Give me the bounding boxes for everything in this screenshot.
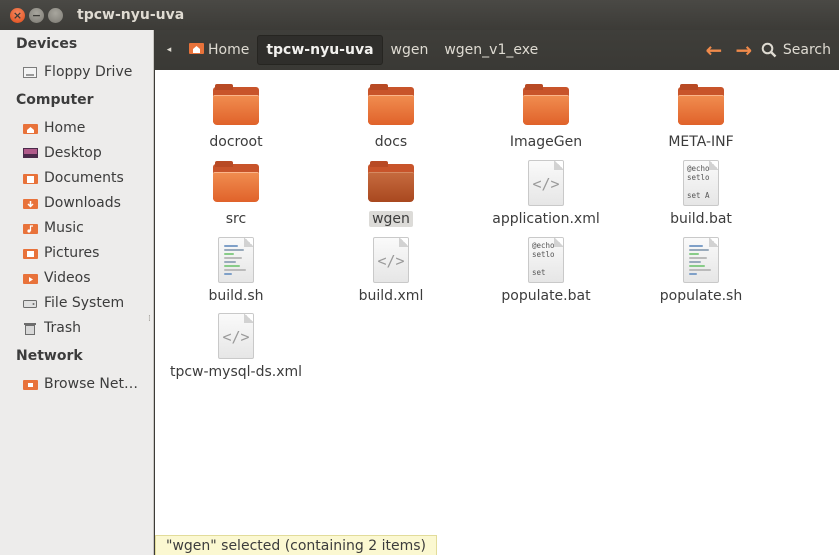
file-item-meta-inf[interactable]: META-INF xyxy=(626,80,776,150)
history-navigation: ← → Search xyxy=(699,38,839,62)
sidebar: Devices Floppy Drive Computer Home Deskt… xyxy=(0,30,154,555)
desktop-icon xyxy=(22,146,38,160)
file-name: wgen xyxy=(369,211,413,227)
sidebar-item-label: Browse Net… xyxy=(44,376,139,392)
music-folder-icon xyxy=(22,221,38,235)
shell-script-icon xyxy=(218,237,254,283)
minimize-button[interactable]: − xyxy=(29,7,44,23)
file-name: tpcw-mysql-ds.xml xyxy=(169,364,303,380)
file-item-wgen[interactable]: wgen xyxy=(316,157,466,227)
sidebar-item-label: Home xyxy=(44,120,86,136)
videos-folder-icon xyxy=(22,271,38,285)
file-item-docroot[interactable]: docroot xyxy=(161,80,311,150)
toolbar: ◂ Home tpcw-nyu-uva wgen wgen_v1_exe ← →… xyxy=(155,30,839,70)
filesystem-icon xyxy=(22,296,38,310)
file-item-build-sh[interactable]: build.sh xyxy=(161,234,311,304)
sidebar-item-browse-network[interactable]: Browse Net… xyxy=(22,373,150,395)
file-item-docs[interactable]: docs xyxy=(316,80,466,150)
sidebar-item-label: Floppy Drive xyxy=(44,64,133,80)
xml-file-icon: </> xyxy=(528,160,564,206)
file-icon-view[interactable]: docroot docs ImageGen META-INF src wgen … xyxy=(155,70,839,555)
sidebar-resize-handle[interactable]: ⁞ xyxy=(148,315,152,328)
sidebar-item-trash[interactable]: Trash xyxy=(22,317,150,339)
folder-icon xyxy=(368,161,414,202)
search-icon xyxy=(761,42,777,58)
folder-icon xyxy=(213,161,259,202)
file-name: application.xml xyxy=(492,211,600,227)
file-item-src[interactable]: src xyxy=(161,157,311,227)
window-title: tpcw-nyu-uva xyxy=(77,7,185,23)
folder-icon xyxy=(368,84,414,125)
documents-folder-icon xyxy=(22,171,38,185)
sidebar-item-label: Downloads xyxy=(44,195,121,211)
title-bar: × − tpcw-nyu-uva xyxy=(0,0,839,30)
file-name: ImageGen xyxy=(509,134,583,150)
file-name: docs xyxy=(374,134,408,150)
xml-file-icon: </> xyxy=(373,237,409,283)
shell-script-icon xyxy=(683,237,719,283)
file-item-tpcw-mysql-ds-xml[interactable]: </> tpcw-mysql-ds.xml xyxy=(161,310,311,380)
downloads-folder-icon xyxy=(22,196,38,210)
status-bar: "wgen" selected (containing 2 items) xyxy=(155,535,437,555)
file-item-application-xml[interactable]: </> application.xml xyxy=(471,157,621,227)
sidebar-item-videos[interactable]: Videos xyxy=(22,267,150,289)
sidebar-item-label: File System xyxy=(44,295,125,311)
file-name: populate.sh xyxy=(659,288,743,304)
breadcrumb-wgen[interactable]: wgen xyxy=(383,35,437,65)
breadcrumb-wgen-v1-exe[interactable]: wgen_v1_exe xyxy=(436,35,546,65)
file-item-build-xml[interactable]: </> build.xml xyxy=(316,234,466,304)
batch-file-icon: @echo setlo set xyxy=(528,237,564,283)
sidebar-item-label: Pictures xyxy=(44,245,100,261)
sidebar-item-music[interactable]: Music xyxy=(22,217,150,239)
sidebar-heading-network: Network xyxy=(16,348,83,364)
search-label: Search xyxy=(782,42,831,58)
file-item-populate-sh[interactable]: populate.sh xyxy=(626,234,776,304)
trash-icon xyxy=(22,321,38,335)
sidebar-item-home[interactable]: Home xyxy=(22,117,150,139)
file-name: META-INF xyxy=(668,134,734,150)
back-arrow-icon[interactable]: ← xyxy=(699,38,729,62)
file-name: build.sh xyxy=(208,288,264,304)
file-item-imagegen[interactable]: ImageGen xyxy=(471,80,621,150)
folder-icon xyxy=(678,84,724,125)
breadcrumb-tpcw-nyu-uva[interactable]: tpcw-nyu-uva xyxy=(257,35,383,65)
sidebar-item-label: Desktop xyxy=(44,145,102,161)
home-folder-icon xyxy=(22,121,38,135)
maximize-button[interactable] xyxy=(48,7,63,23)
sidebar-item-pictures[interactable]: Pictures xyxy=(22,242,150,264)
sidebar-item-file-system[interactable]: File System xyxy=(22,292,150,314)
xml-file-icon: </> xyxy=(218,313,254,359)
folder-icon xyxy=(213,84,259,125)
floppy-icon xyxy=(22,65,38,79)
forward-arrow-icon[interactable]: → xyxy=(729,38,759,62)
file-name: src xyxy=(225,211,247,227)
sidebar-item-downloads[interactable]: Downloads xyxy=(22,192,150,214)
breadcrumb-home[interactable]: Home xyxy=(181,35,257,65)
network-icon xyxy=(22,377,38,391)
folder-icon xyxy=(523,84,569,125)
sidebar-heading-devices: Devices xyxy=(16,36,78,52)
search-button[interactable]: Search xyxy=(761,42,831,58)
file-name: build.bat xyxy=(670,211,732,227)
sidebar-item-label: Trash xyxy=(44,320,81,336)
sidebar-item-floppy-drive[interactable]: Floppy Drive xyxy=(22,61,150,83)
sidebar-item-desktop[interactable]: Desktop xyxy=(22,142,150,164)
sidebar-heading-computer: Computer xyxy=(16,92,94,108)
sidebar-item-documents[interactable]: Documents xyxy=(22,167,150,189)
sidebar-item-label: Documents xyxy=(44,170,124,186)
file-item-populate-bat[interactable]: @echo setlo set populate.bat xyxy=(471,234,621,304)
breadcrumb-scroll-left-button[interactable]: ◂ xyxy=(157,38,181,62)
file-name: docroot xyxy=(209,134,263,150)
breadcrumb-label: Home xyxy=(208,42,250,58)
sidebar-item-label: Music xyxy=(44,220,84,236)
sidebar-item-label: Videos xyxy=(44,270,91,286)
home-folder-icon xyxy=(189,42,208,58)
file-item-build-bat[interactable]: @echo setlo set A build.bat xyxy=(626,157,776,227)
file-name: populate.bat xyxy=(501,288,591,304)
batch-file-icon: @echo setlo set A xyxy=(683,160,719,206)
close-button[interactable]: × xyxy=(10,7,25,23)
pictures-folder-icon xyxy=(22,246,38,260)
file-name: build.xml xyxy=(358,288,424,304)
